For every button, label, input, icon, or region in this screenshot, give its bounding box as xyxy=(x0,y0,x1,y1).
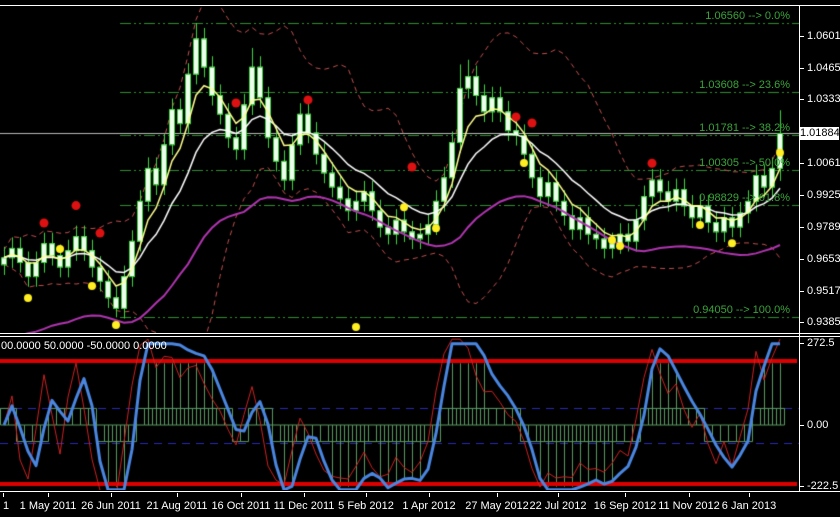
date-tick xyxy=(48,493,49,497)
oscillator-tick xyxy=(800,343,804,344)
date-axis-label: 22 Jul 2012 xyxy=(529,500,587,512)
price-axis-label: 1.06010 xyxy=(807,30,840,42)
price-axis-label: 0.99250 xyxy=(807,189,840,201)
price-axis-label: 0.97890 xyxy=(807,221,840,233)
price-axis-label: 0.96530 xyxy=(807,253,840,265)
oscillator-values-header: 00.0000 50.0000 -50.0000 0.0000 xyxy=(1,340,167,352)
price-axis-label: 1.03330 xyxy=(807,93,840,105)
main-bottom-border xyxy=(0,333,840,334)
price-axis-label: 0.95170 xyxy=(807,285,840,297)
date-tick xyxy=(625,493,626,497)
price-tick xyxy=(800,227,804,228)
date-tick xyxy=(177,493,178,497)
oscillator-tick xyxy=(800,486,804,487)
date-tick xyxy=(111,493,112,497)
price-tick xyxy=(800,36,804,37)
date-axis-label: 21 Aug 2011 xyxy=(146,500,208,512)
price-axis-line xyxy=(799,6,800,491)
date-tick xyxy=(689,493,690,497)
date-axis-label: 16 Sep 2012 xyxy=(593,500,657,512)
date-axis-label: 1 xyxy=(3,500,10,512)
price-chart-canvas[interactable] xyxy=(0,6,799,333)
date-axis-label: 1 Apr 2012 xyxy=(402,500,456,512)
fib-level-label: 0.94050 --> 100.0% xyxy=(693,304,790,317)
fib-level-label: 1.06560 --> 0.0% xyxy=(705,10,790,22)
mt4-chart-window: 1.06560 --> 0.0% 1.03608 --> 23.6% 1.01781… xyxy=(0,0,840,517)
date-tick xyxy=(497,493,498,497)
oscillator-scale-label: 0.00 xyxy=(807,419,829,431)
fib-level-label: 1.03608 --> 23.6% xyxy=(699,79,790,92)
date-axis-label: 11 Dec 2011 xyxy=(273,500,335,512)
fib-level-label: 1.01781 --> 38.2% xyxy=(699,122,790,135)
date-tick xyxy=(558,493,559,497)
date-tick xyxy=(749,493,750,497)
date-tick xyxy=(304,493,305,497)
price-axis-label: 0.93850 xyxy=(807,316,840,328)
date-tick xyxy=(366,493,367,497)
date-tick xyxy=(429,493,430,497)
fib-level-label: 1.00305 --> 50.0% xyxy=(699,157,790,170)
date-tick xyxy=(241,493,242,497)
date-tick xyxy=(3,493,4,497)
date-axis-label: 11 Nov 2012 xyxy=(658,500,720,512)
date-axis-label: 26 Jun 2011 xyxy=(81,500,141,512)
price-axis-label: 1.00610 xyxy=(807,157,840,169)
price-tick xyxy=(800,163,804,164)
fib-level-label: 0.98829 --> 61.8% xyxy=(699,191,790,204)
price-tick xyxy=(800,322,804,323)
oscillator-tick xyxy=(800,425,804,426)
date-axis-label: 6 Jan 2013 xyxy=(721,500,777,512)
date-axis-label: 5 Feb 2012 xyxy=(338,500,394,512)
price-tick xyxy=(800,291,804,292)
price-tick xyxy=(800,99,804,100)
price-axis-label: 1.04650 xyxy=(807,62,840,74)
price-tick xyxy=(800,259,804,260)
date-axis-label: 16 Oct 2011 xyxy=(211,500,271,512)
current-price-box: 1.01884 xyxy=(800,127,840,140)
price-tick xyxy=(800,195,804,196)
oscillator-scale-label: 272.5 xyxy=(807,337,835,349)
date-axis-label: 27 May 2012 xyxy=(465,500,529,512)
oscillator-scale-label: -222.5 xyxy=(807,480,839,492)
date-axis-label: 1 May 2011 xyxy=(19,500,77,512)
price-tick xyxy=(800,68,804,69)
oscillator-canvas[interactable] xyxy=(0,337,799,490)
